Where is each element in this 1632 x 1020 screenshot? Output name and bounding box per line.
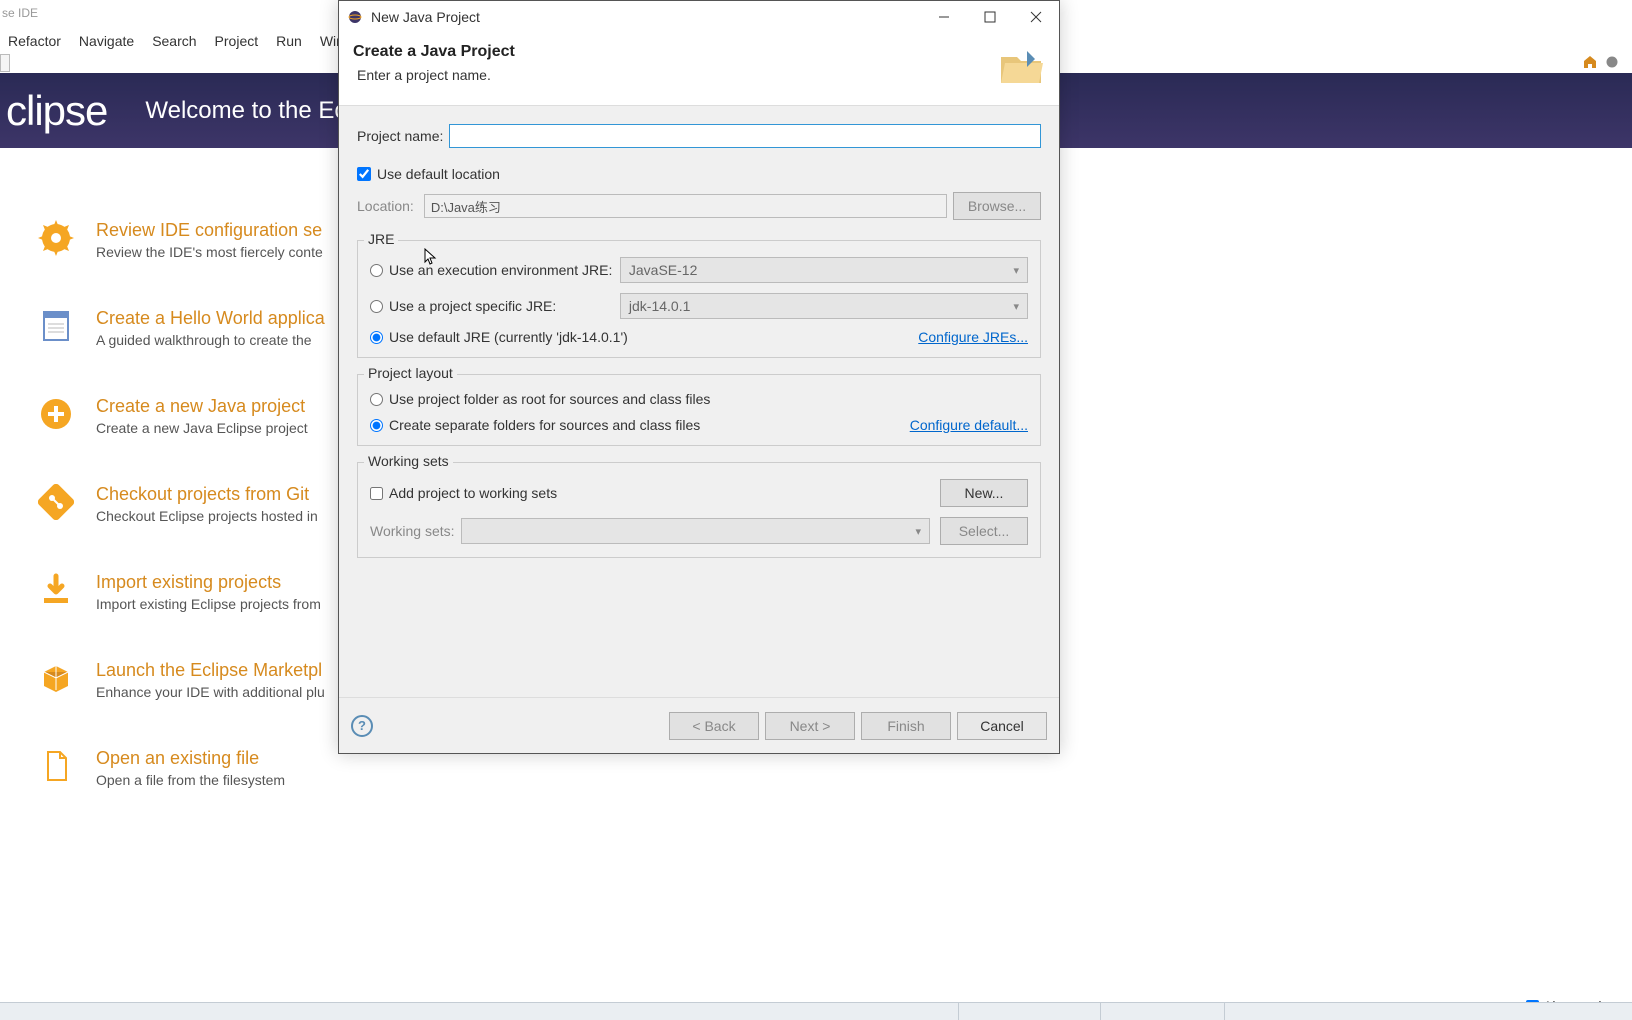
layout-root-radio[interactable] bbox=[370, 393, 383, 406]
browse-button: Browse... bbox=[953, 192, 1041, 220]
working-sets-combo bbox=[461, 518, 930, 544]
project-name-label: Project name: bbox=[357, 128, 443, 144]
welcome-items-list: Review IDE configuration se Review the ID… bbox=[38, 220, 325, 836]
refresh-icon[interactable] bbox=[1604, 54, 1620, 70]
new-java-project-dialog: New Java Project Create a Java Project E… bbox=[338, 0, 1060, 754]
welcome-title: Open an existing file bbox=[96, 748, 285, 769]
working-sets-label: Working sets: bbox=[370, 523, 455, 539]
jre-legend: JRE bbox=[364, 231, 398, 247]
welcome-item-openfile[interactable]: Open an existing file Open a file from th… bbox=[38, 748, 325, 788]
working-sets-group: Working sets Add project to working sets… bbox=[357, 462, 1041, 558]
notepad-icon bbox=[38, 308, 74, 344]
working-sets-legend: Working sets bbox=[364, 453, 453, 469]
menu-navigate[interactable]: Navigate bbox=[79, 33, 134, 49]
menu-refactor[interactable]: Refactor bbox=[8, 33, 61, 49]
working-sets-select-button: Select... bbox=[940, 517, 1028, 545]
menu-project[interactable]: Project bbox=[215, 33, 259, 49]
welcome-desc: A guided walkthrough to create the bbox=[96, 332, 325, 348]
finish-button: Finish bbox=[861, 712, 951, 740]
jre-default-radio[interactable] bbox=[370, 331, 383, 344]
jre-project-specific-label: Use a project specific JRE: bbox=[389, 298, 620, 314]
welcome-item-newproject[interactable]: Create a new Java project Create a new Ja… bbox=[38, 396, 325, 436]
jre-project-specific-combo: jdk-14.0.1 bbox=[620, 293, 1028, 319]
jre-default-label: Use default JRE (currently 'jdk-14.0.1') bbox=[389, 329, 628, 345]
working-sets-new-button[interactable]: New... bbox=[940, 479, 1028, 507]
home-icon[interactable] bbox=[1582, 54, 1598, 70]
welcome-desc: Enhance your IDE with additional plu bbox=[96, 684, 325, 700]
maximize-button[interactable] bbox=[967, 2, 1013, 32]
jre-project-specific-radio[interactable] bbox=[370, 300, 383, 313]
welcome-desc: Create a new Java Eclipse project bbox=[96, 420, 308, 436]
layout-separate-label: Create separate folders for sources and … bbox=[389, 417, 700, 433]
project-layout-group: Project layout Use project folder as roo… bbox=[357, 374, 1041, 446]
package-icon bbox=[38, 660, 74, 696]
eclipse-logo: clipse bbox=[0, 87, 107, 135]
welcome-title: Launch the Eclipse Marketpl bbox=[96, 660, 325, 681]
dialog-header-title: Create a Java Project bbox=[353, 43, 997, 61]
jre-exec-env-label: Use an execution environment JRE: bbox=[389, 262, 620, 278]
welcome-title: Checkout projects from Git bbox=[96, 484, 318, 505]
welcome-item-import[interactable]: Import existing projects Import existing … bbox=[38, 572, 325, 612]
configure-jres-link[interactable]: Configure JREs... bbox=[918, 329, 1028, 345]
status-bar bbox=[0, 1002, 1632, 1020]
git-icon bbox=[38, 484, 74, 520]
location-input bbox=[424, 194, 947, 218]
welcome-title: Create a Hello World applica bbox=[96, 308, 325, 329]
use-default-location-checkbox[interactable] bbox=[357, 167, 371, 181]
welcome-title: Create a new Java project bbox=[96, 396, 308, 417]
next-button: Next > bbox=[765, 712, 855, 740]
welcome-item-git[interactable]: Checkout projects from Git Checkout Eclip… bbox=[38, 484, 325, 524]
project-layout-legend: Project layout bbox=[364, 365, 457, 381]
jre-group: JRE Use an execution environment JRE: Ja… bbox=[357, 240, 1041, 358]
menu-run[interactable]: Run bbox=[276, 33, 302, 49]
folder-open-icon bbox=[997, 43, 1045, 91]
dialog-body: Project name: Use default location Locat… bbox=[339, 106, 1059, 697]
location-label: Location: bbox=[357, 198, 414, 214]
gear-icon bbox=[38, 220, 74, 256]
jre-exec-env-combo: JavaSE-12 bbox=[620, 257, 1028, 283]
eclipse-icon bbox=[347, 9, 363, 25]
welcome-desc: Checkout Eclipse projects hosted in bbox=[96, 508, 318, 524]
add-working-sets-checkbox[interactable] bbox=[370, 487, 383, 500]
welcome-title: Review IDE configuration se bbox=[96, 220, 323, 241]
menu-search[interactable]: Search bbox=[152, 33, 196, 49]
welcome-title: Import existing projects bbox=[96, 572, 321, 593]
use-default-location-label: Use default location bbox=[377, 166, 500, 182]
welcome-tab[interactable] bbox=[0, 54, 10, 72]
layout-separate-radio[interactable] bbox=[370, 419, 383, 432]
dialog-footer: ? < Back Next > Finish Cancel bbox=[339, 697, 1059, 753]
welcome-item-marketplace[interactable]: Launch the Eclipse Marketpl Enhance your … bbox=[38, 660, 325, 700]
file-icon bbox=[38, 748, 74, 784]
cancel-button[interactable]: Cancel bbox=[957, 712, 1047, 740]
welcome-desc: Review the IDE's most fiercely conte bbox=[96, 244, 323, 260]
dialog-titlebar[interactable]: New Java Project bbox=[339, 1, 1059, 33]
plus-circle-icon bbox=[38, 396, 74, 432]
welcome-desc: Import existing Eclipse projects from bbox=[96, 596, 321, 612]
layout-root-label: Use project folder as root for sources a… bbox=[389, 391, 710, 407]
jre-exec-env-radio[interactable] bbox=[370, 264, 383, 277]
welcome-item-hello[interactable]: Create a Hello World applica A guided wal… bbox=[38, 308, 325, 348]
add-working-sets-label: Add project to working sets bbox=[389, 485, 557, 501]
welcome-header-text: Welcome to the Ecl bbox=[145, 97, 351, 125]
back-button: < Back bbox=[669, 712, 759, 740]
help-icon[interactable]: ? bbox=[351, 715, 373, 737]
welcome-item-review[interactable]: Review IDE configuration se Review the ID… bbox=[38, 220, 325, 260]
close-button[interactable] bbox=[1013, 2, 1059, 32]
dialog-title: New Java Project bbox=[371, 9, 921, 25]
download-icon bbox=[38, 572, 74, 608]
welcome-desc: Open a file from the filesystem bbox=[96, 772, 285, 788]
dialog-header: Create a Java Project Enter a project na… bbox=[339, 33, 1059, 106]
dialog-header-subtitle: Enter a project name. bbox=[353, 67, 997, 83]
minimize-button[interactable] bbox=[921, 2, 967, 32]
project-name-input[interactable] bbox=[449, 124, 1041, 148]
configure-default-link[interactable]: Configure default... bbox=[910, 417, 1028, 433]
